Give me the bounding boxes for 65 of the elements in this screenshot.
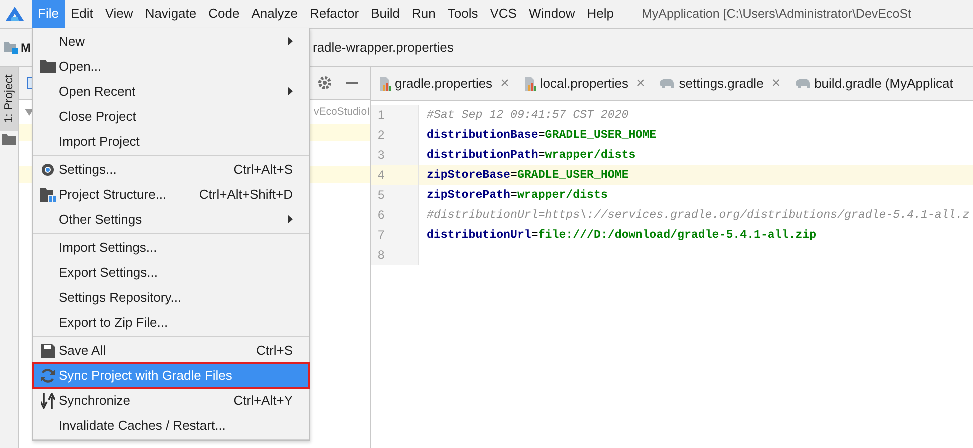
menu-item[interactable]: Export Settings...	[33, 260, 309, 285]
app-logo-icon	[6, 7, 24, 21]
line-number: 5	[371, 185, 419, 205]
menu-item[interactable]: Settings Repository...	[33, 285, 309, 310]
menu-item[interactable]: Other Settings	[33, 207, 309, 232]
settings-icon[interactable]	[318, 76, 332, 90]
menu-item[interactable]: Close Project	[33, 104, 309, 129]
menu-item[interactable]: Run	[406, 0, 442, 28]
code-line: #distributionUrl=https\://services.gradle.org/distributions/gradle-5.4.1-all.z	[427, 208, 970, 222]
elephant-icon	[659, 78, 676, 89]
properties-file-icon	[378, 76, 391, 90]
menu-item[interactable]: Open...	[33, 54, 309, 79]
line-number: 6	[371, 205, 419, 225]
menu-item[interactable]: View	[99, 0, 140, 28]
project-path: vEcoStudioI	[314, 106, 370, 118]
breadcrumb-file[interactable]: radle-wrapper.properties	[313, 40, 454, 55]
editor-tab[interactable]: gradle.properties ×	[371, 67, 516, 100]
menu-item[interactable]: Refactor	[304, 0, 366, 28]
code-line: distributionPath=wrapper/dists	[427, 148, 636, 162]
menu-item[interactable]: Analyze	[246, 0, 304, 28]
up-down-arrows-icon	[41, 392, 55, 408]
line-number: 8	[371, 245, 419, 265]
menu-item[interactable]: Tools	[442, 0, 484, 28]
menu-item[interactable]: Save All Ctrl+S	[33, 338, 309, 363]
folder-icon	[2, 134, 16, 145]
menu-item[interactable]: Code	[202, 0, 246, 28]
line-number: 7	[371, 225, 419, 245]
menu-item[interactable]: Project Structure... Ctrl+Alt+Shift+D	[33, 182, 309, 207]
menu-item[interactable]: Build	[365, 0, 406, 28]
editor-tab[interactable]: local.properties ×	[516, 67, 652, 100]
folder-icon	[4, 41, 18, 54]
window-title: MyApplication [C:\Users\Administrator\DevEcoSt	[642, 7, 912, 21]
settings-icon	[40, 162, 56, 178]
line-number: 1	[371, 105, 419, 125]
menu-item[interactable]: Settings... Ctrl+Alt+S	[33, 157, 309, 182]
line-number: 2	[371, 125, 419, 145]
menu-item[interactable]: Window	[522, 0, 582, 28]
menu-item[interactable]: VCS	[484, 0, 523, 28]
folder-icon	[40, 60, 56, 73]
menu-item[interactable]: Import Project	[33, 129, 309, 154]
menu-item[interactable]: Synchronize Ctrl+Alt+Y	[33, 388, 309, 413]
menu-item[interactable]: Import Settings...	[33, 235, 309, 260]
folder-grid-icon	[40, 188, 56, 202]
menu-item[interactable]: Invalidate Caches / Restart...	[33, 413, 309, 438]
project-tool-tab[interactable]: 1: Project	[0, 67, 18, 131]
code-line: zipStorePath=wrapper/dists	[427, 188, 608, 202]
code-line: distributionUrl=file:///D:/download/gradle-5.4.1-all.zip	[427, 228, 817, 242]
expand-arrow-icon[interactable]	[25, 108, 34, 116]
editor-tab[interactable]: settings.gradle ×	[652, 67, 788, 100]
menu-item[interactable]: New	[33, 29, 309, 54]
menu-item[interactable]: Open Recent	[33, 79, 309, 104]
code-line: #Sat Sep 12 09:41:57 CST 2020	[427, 108, 629, 122]
editor-tab[interactable]: build.gradle (MyApplicat	[788, 67, 960, 100]
project-name[interactable]: M	[21, 40, 31, 54]
menu-item[interactable]: Help	[581, 0, 620, 28]
properties-file-icon	[523, 76, 536, 90]
save-icon	[41, 344, 55, 358]
code-line: distributionBase=GRADLE_USER_HOME	[427, 128, 657, 142]
menu-item[interactable]: Navigate	[139, 0, 203, 28]
menu-item[interactable]: Edit	[64, 0, 100, 28]
code-line: zipStoreBase=GRADLE_USER_HOME	[427, 168, 629, 182]
menu-item[interactable]: Export to Zip File...	[33, 310, 309, 335]
elephant-icon	[794, 78, 811, 89]
sync-icon	[40, 368, 56, 384]
line-number: 3	[371, 145, 419, 165]
